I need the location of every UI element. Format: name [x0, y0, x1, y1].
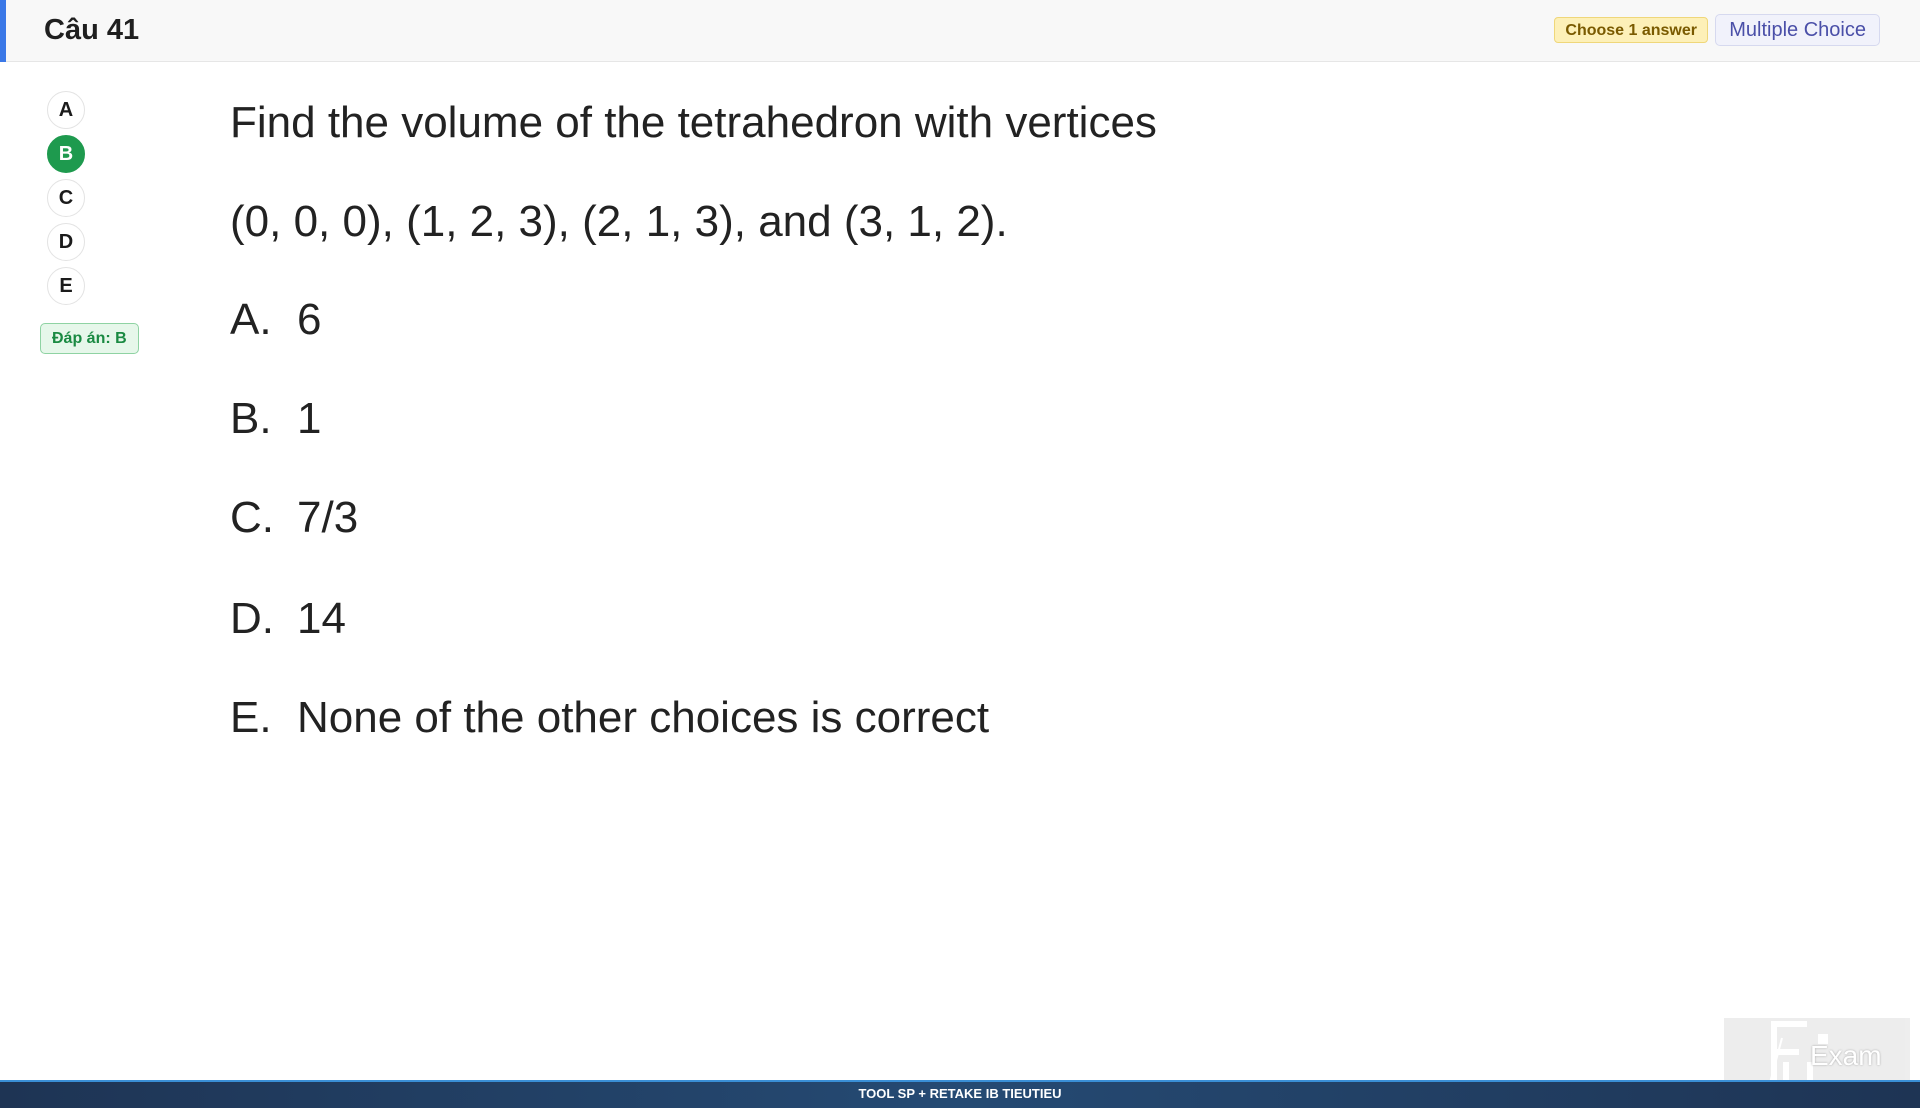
question-number-title: Câu 41 [44, 14, 140, 46]
choice-b-button[interactable]: B [47, 135, 85, 173]
option-letter: C. [230, 493, 274, 542]
question-text-line-2: (0, 0, 0), (1, 2, 3), (2, 1, 3), and (3,… [230, 197, 1008, 246]
option-text: 14 [297, 594, 346, 643]
choice-c-button[interactable]: C [47, 179, 85, 217]
choice-d-button[interactable]: D [47, 223, 85, 261]
option-text: 6 [297, 295, 322, 344]
option-letter: A. [230, 295, 272, 344]
footer-banner: TOOL SP + RETAKE IB TIEUTIEU [0, 1080, 1920, 1108]
choice-a-button[interactable]: A [47, 91, 85, 129]
question-header: Câu 41 Choose 1 answer Multiple Choice [0, 0, 1920, 62]
option-d: D. 14 [230, 593, 346, 645]
option-e: E. None of the other choices is correct [230, 692, 989, 744]
option-text: 1 [297, 394, 322, 443]
option-letter: D. [230, 594, 274, 643]
header-accent-bar [0, 0, 6, 62]
option-a: A. 6 [230, 294, 321, 346]
option-text: 7/3 [297, 493, 359, 542]
option-c: C. 7/3 [230, 492, 358, 544]
logo-wordmark: Exam [1810, 1040, 1882, 1071]
exam-page: Câu 41 Choose 1 answer Multiple Choice A… [0, 0, 1920, 1108]
question-text-line-1: Find the volume of the tetrahedron with … [230, 98, 1157, 147]
question-type-badge: Multiple Choice [1715, 14, 1880, 46]
choose-answer-badge: Choose 1 answer [1554, 17, 1708, 43]
option-text: None of the other choices is correct [297, 693, 990, 742]
option-letter: B. [230, 394, 272, 443]
option-b: B. 1 [230, 393, 321, 445]
correct-answer-tag: Đáp án: B [40, 323, 139, 354]
choice-e-button[interactable]: E [47, 267, 85, 305]
option-letter: E. [230, 693, 272, 742]
